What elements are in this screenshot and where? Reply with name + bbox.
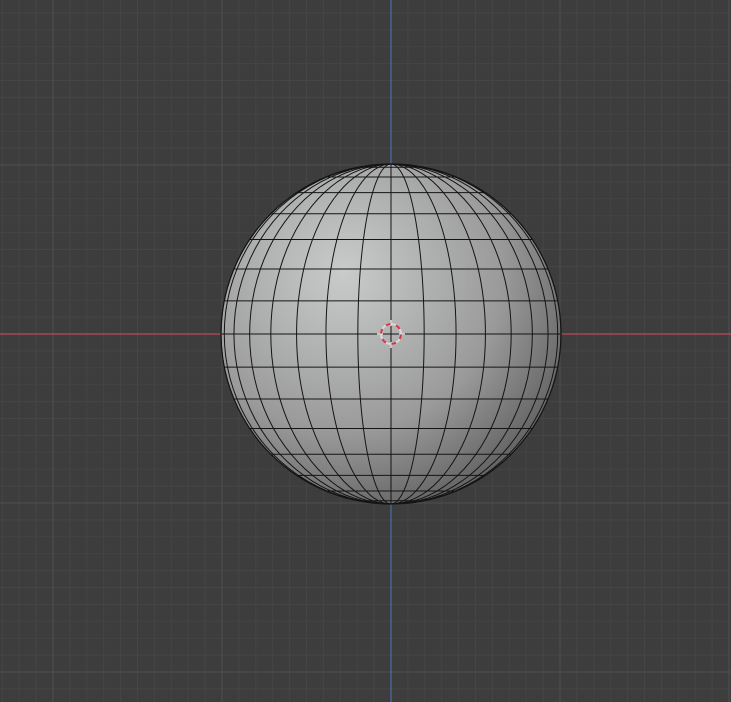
- 3d-viewport[interactable]: [0, 0, 731, 702]
- viewport-canvas[interactable]: [0, 0, 731, 702]
- sphere-mesh[interactable]: [220, 163, 562, 505]
